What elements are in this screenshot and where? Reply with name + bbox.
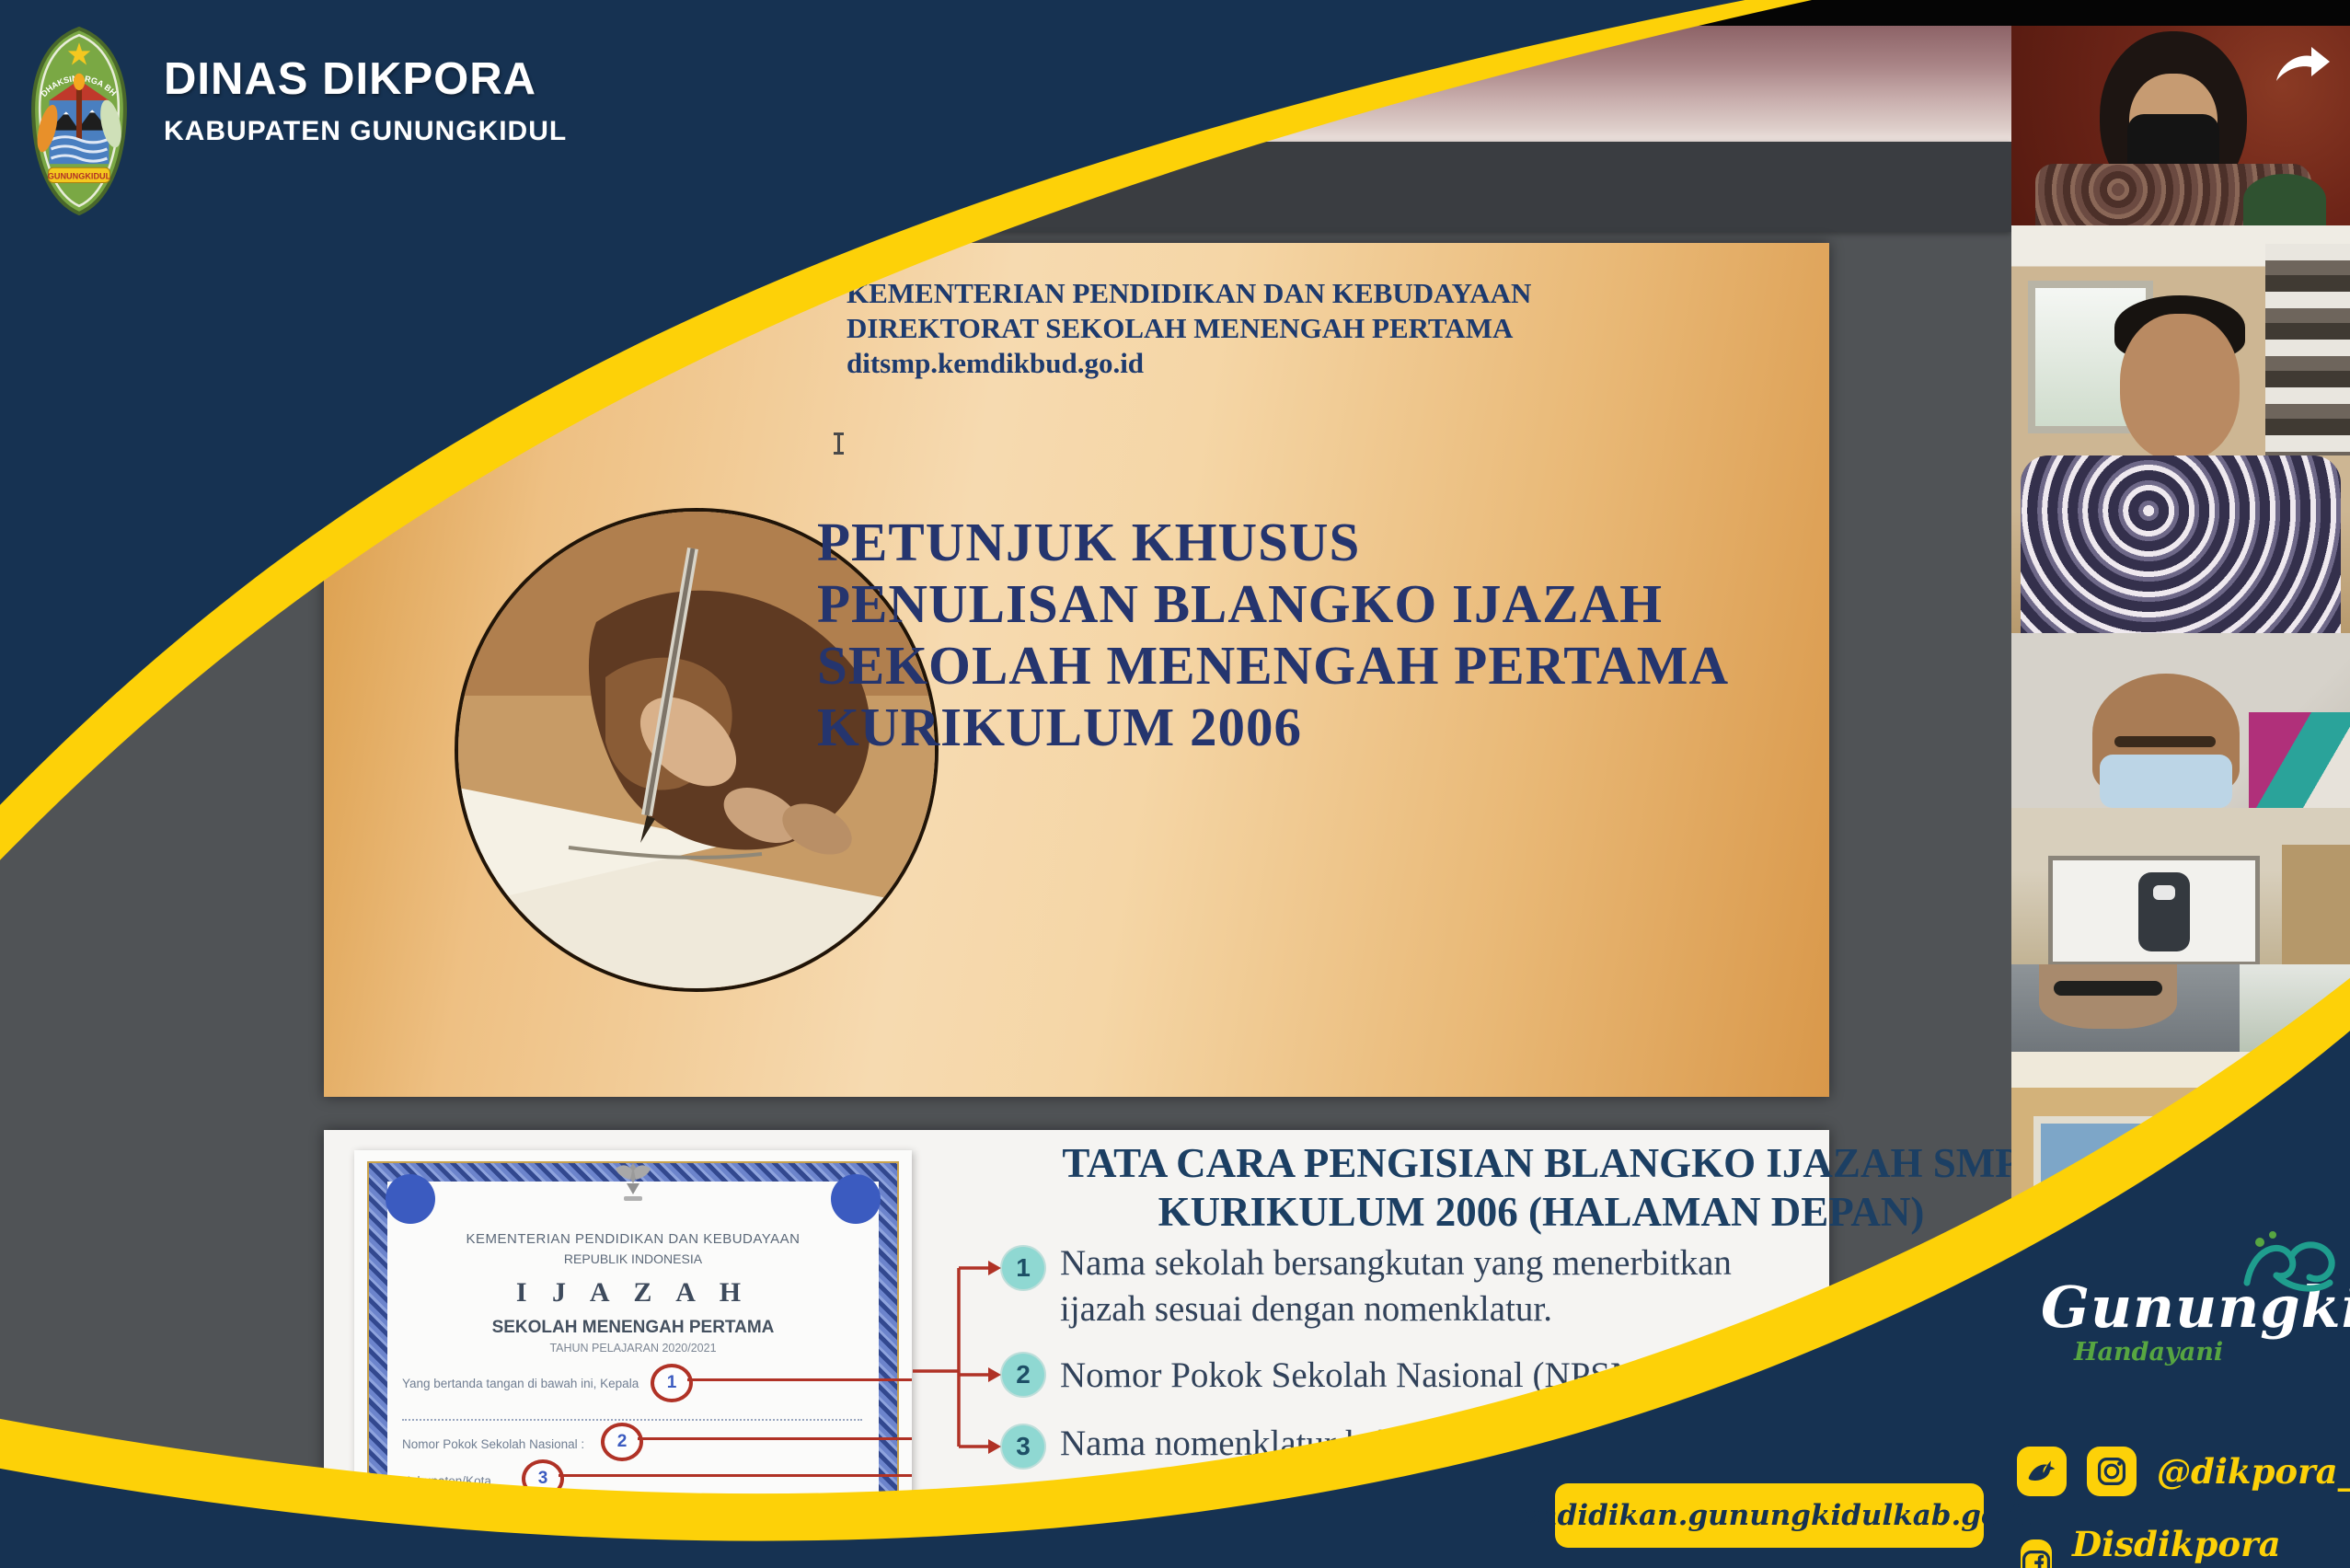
participant-glasses: [2054, 981, 2162, 996]
slide-1: TUT WURI HANDAYANI KEMENTERIAN PENDIDIKA…: [324, 243, 1829, 1097]
facebook-icon: [2021, 1549, 2052, 1568]
instagram-button[interactable]: [2087, 1447, 2137, 1496]
website-banner: pendidikan.gunungkidulkab.go.id: [1555, 1483, 1984, 1548]
twitter-button[interactable]: [2017, 1447, 2067, 1496]
toolbar-divider: [764, 168, 766, 205]
svg-text:GUNUNGKIDUL: GUNUNGKIDUL: [48, 171, 111, 180]
fit-page-icon: [997, 168, 1038, 205]
slide1-title: PETUNJUK KHUSUS PENULISAN BLANGKO IJAZAH…: [817, 512, 1729, 758]
agency-name: DINAS DIKPORA: [164, 53, 567, 105]
instagram-icon: [2096, 1456, 2127, 1487]
batik-shirt: [2021, 455, 2341, 633]
item-1-line: Nama sekolah bersangkutan yang menerbitk…: [1060, 1240, 1732, 1286]
page-number-input[interactable]: 12: [611, 167, 668, 207]
gunungkidul-crest: DHAKSINARGA BHUMIKARTA GUNUNGKIDUL: [22, 26, 136, 217]
facebook-button[interactable]: [2021, 1539, 2052, 1568]
text-cursor: [837, 432, 840, 455]
background-fabric: [2249, 712, 2350, 808]
item-2-line: Nomor Pokok Sekolah Nasional (NPSN): [1060, 1353, 1648, 1399]
participant-video-3[interactable]: [2011, 633, 2350, 808]
slide1-title-line: PETUNJUK KHUSUS: [817, 512, 1729, 573]
agency-brand: DHAKSINARGA BHUMIKARTA GUNUNGKIDUL DINAS…: [22, 26, 567, 217]
zoom-level[interactable]: 100%: [824, 167, 916, 207]
page-total: 55: [716, 173, 743, 202]
page-divider: /: [688, 173, 696, 202]
zoom-in-button[interactable]: +: [938, 171, 956, 202]
toolbar-divider: [975, 168, 977, 205]
background-window: [2240, 964, 2350, 1052]
slide1-title-line: PENULISAN BLANGKO IJAZAH: [817, 573, 1729, 635]
social-row-1: @dikpora_gk: [2017, 1447, 2350, 1496]
participant-face: [2039, 964, 2177, 1029]
background-cabinet: [2282, 845, 2350, 964]
participant-face: [2120, 314, 2240, 461]
participant-video-5[interactable]: [2011, 964, 2350, 1052]
zoom-out-button[interactable]: −: [786, 171, 804, 202]
slide1-org-line: DIREKTORAT SEKOLAH MENENGAH PERTAMA: [847, 311, 1531, 346]
participant-video-2[interactable]: [2011, 225, 2350, 633]
face-mask: [2153, 885, 2175, 900]
share-arrow-icon[interactable]: [2273, 44, 2333, 85]
footer-logo-subtitle: Handayani: [2074, 1338, 2344, 1366]
fit-page-button[interactable]: [997, 168, 1038, 205]
background-shelf: [2265, 244, 2350, 455]
website-url: pendidikan.gunungkidulkab.go.id: [1499, 1499, 2041, 1532]
participant-video-1[interactable]: [2011, 26, 2350, 225]
item-3-line: Nama nomenklatur kabupaten/kota*) (: [1060, 1421, 1615, 1467]
facebook-name[interactable]: Disdikpora Gunungkidul: [2072, 1524, 2350, 1568]
rotate-icon: [1058, 167, 1099, 207]
participant-video-4[interactable]: [2011, 808, 2350, 964]
item-2-text: Nomor Pokok Sekolah Nasional (NPSN): [1060, 1353, 1648, 1399]
item-1-badge: 1: [1002, 1247, 1044, 1289]
gunungkidul-footer-logo: Gunungkidul Handayani: [2041, 1279, 2344, 1366]
screenshot-stage: 12 / 55 − 100% +: [0, 0, 2350, 1568]
slide1-title-line: KURIKULUM 2006: [817, 697, 1729, 758]
item-2-badge: 2: [1002, 1354, 1044, 1396]
slide1-org-line: ditsmp.kemdikbud.go.id: [847, 346, 1531, 381]
background-plant: [2243, 174, 2326, 225]
item-1-line: ijazah sesuai dengan nomenklatur.: [1060, 1286, 1732, 1332]
participant-eyes: [2114, 736, 2216, 747]
gk-flourish-icon: [2240, 1226, 2341, 1303]
agency-region: KABUPATEN GUNUNGKIDUL: [164, 116, 567, 147]
meeting-topbar: [0, 0, 2350, 28]
item-1-text: Nama sekolah bersangkutan yang menerbitk…: [1060, 1240, 1732, 1332]
participant-figure: [2138, 872, 2190, 951]
tut-wuri-handayani-logo: TUT WURI HANDAYANI: [364, 267, 517, 421]
rotate-button[interactable]: [1058, 167, 1099, 207]
item-3-badge: 3: [1002, 1425, 1044, 1468]
slide1-org-line: KEMENTERIAN PENDIDIKAN DAN KEBUDAYAAN: [847, 276, 1531, 311]
slide1-title-line: SEKOLAH MENENGAH PERTAMA: [817, 635, 1729, 697]
background-window: [2033, 1116, 2159, 1260]
slide1-org-block: KEMENTERIAN PENDIDIKAN DAN KEBUDAYAAN DI…: [847, 276, 1531, 381]
face-mask: [2100, 755, 2232, 808]
twitter-icon: [2026, 1458, 2057, 1485]
social-handle[interactable]: @dikpora_gk: [2157, 1451, 2350, 1492]
participant-filmstrip: [2011, 26, 2350, 1351]
social-row-2: Disdikpora Gunungkidul: [2021, 1524, 2350, 1568]
